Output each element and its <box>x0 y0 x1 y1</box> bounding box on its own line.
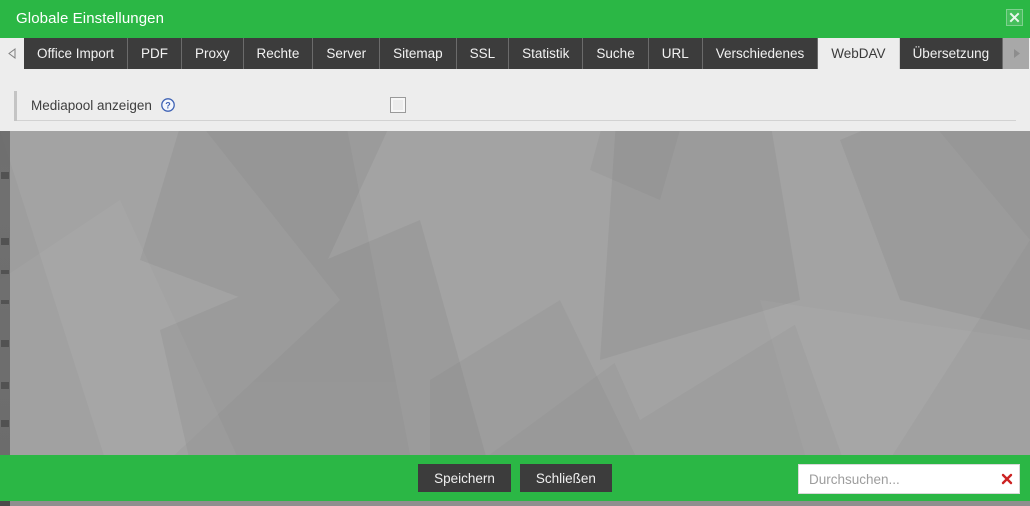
dialog-body-empty-area <box>0 131 1030 455</box>
mediapool-label: Mediapool anzeigen <box>31 97 152 113</box>
tab-ssl[interactable]: SSL <box>456 38 510 69</box>
mediapool-control-cell <box>369 91 1016 121</box>
tab-label: URL <box>661 46 689 61</box>
tab-label: PDF <box>141 46 169 61</box>
mediapool-anzeigen-checkbox[interactable] <box>390 97 406 113</box>
svg-text:?: ? <box>165 100 171 110</box>
tab-label: Proxy <box>195 46 230 61</box>
tab-label: Office Import <box>37 46 115 61</box>
tab-statistik[interactable]: Statistik <box>509 38 584 69</box>
mediapool-label-cell: Mediapool anzeigen ? <box>17 91 369 121</box>
tab-verschiedenes[interactable]: Verschiedenes <box>702 38 819 69</box>
tab-server[interactable]: Server <box>313 38 381 69</box>
close-icon[interactable] <box>1006 9 1023 26</box>
tab-office-import[interactable]: Office Import <box>24 38 129 69</box>
clear-x-icon[interactable] <box>995 473 1019 485</box>
tab-proxy[interactable]: Proxy <box>182 38 244 69</box>
tab-sitemap[interactable]: Sitemap <box>380 38 457 69</box>
tab-scroll-right-button[interactable] <box>1003 38 1030 69</box>
tab-suche[interactable]: Suche <box>583 38 649 69</box>
dialog-title: Globale Einstellungen <box>16 9 165 27</box>
webdav-settings-panel: Mediapool anzeigen ? <box>0 69 1030 131</box>
mediapool-field-row: Mediapool anzeigen ? <box>14 89 1016 122</box>
tab-rechte[interactable]: Rechte <box>243 38 314 69</box>
tab-webdav[interactable]: WebDAV <box>818 38 900 69</box>
tab-label: Server <box>326 46 367 61</box>
tab-ubersetzung[interactable]: Übersetzung <box>899 38 1004 69</box>
window-bottom-edge <box>0 501 1030 506</box>
close-dialog-button[interactable]: Schließen <box>519 464 612 492</box>
dialog-footer: Speichern Schließen <box>0 455 1030 501</box>
tab-label: Sitemap <box>393 46 443 61</box>
save-button[interactable]: Speichern <box>418 464 511 492</box>
tab-label: Verschiedenes <box>715 46 805 61</box>
help-circle-icon[interactable]: ? <box>160 98 175 112</box>
tab-label: Rechte <box>256 46 300 61</box>
tab-pdf[interactable]: PDF <box>128 38 183 69</box>
globale-einstellungen-dialog: Globale Einstellungen Office Import PDF … <box>0 0 1030 506</box>
tab-label: SSL <box>469 46 496 61</box>
tab-label: Suche <box>596 46 635 61</box>
settings-tabbar: Office Import PDF Proxy Rechte Server Si… <box>0 36 1030 69</box>
tab-scroll-left-button[interactable] <box>0 38 24 69</box>
tab-label: Übersetzung <box>912 46 990 61</box>
tab-label: Statistik <box>522 46 570 61</box>
tab-url[interactable]: URL <box>648 38 703 69</box>
search-field[interactable] <box>798 464 1020 494</box>
tab-label: WebDAV <box>831 46 886 61</box>
dialog-titlebar: Globale Einstellungen <box>0 0 1030 36</box>
search-input[interactable] <box>799 471 995 487</box>
